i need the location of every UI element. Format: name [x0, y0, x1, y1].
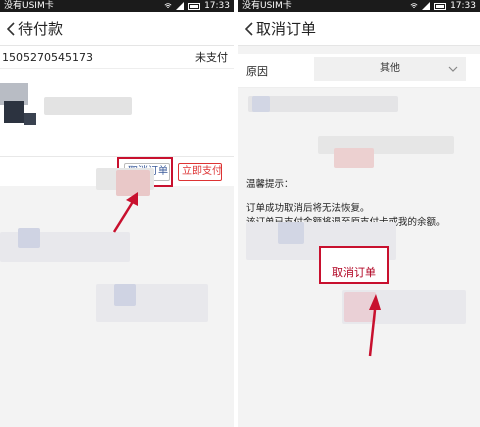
title-bar: 取消订单 — [238, 12, 480, 46]
blurred-region — [114, 284, 136, 306]
wifi-icon — [410, 3, 418, 8]
product-info-blurred — [44, 97, 132, 115]
page-title: 取消订单 — [256, 20, 317, 38]
tips-line-1: 订单成功取消后将无法恢复。 — [246, 203, 370, 214]
reason-label: 原因 — [246, 64, 268, 78]
blurred-region — [334, 148, 374, 168]
status-bar: 没有USIM卡 17:33 — [238, 0, 480, 12]
battery-icon — [188, 2, 201, 10]
clock-text: 17:33 — [204, 1, 230, 11]
order-list-screen: 没有USIM卡 17:33 待付款 15052705451​73 未支付 取消订… — [0, 0, 234, 427]
pointer-arrow — [112, 192, 138, 233]
tips-title: 温馨提示： — [246, 179, 294, 190]
reason-value: 其他 — [380, 63, 400, 74]
order-header[interactable]: 15052705451​73 未支付 — [0, 46, 234, 68]
blurred-region — [96, 284, 208, 322]
carrier-text: 没有USIM卡 — [242, 1, 292, 11]
signal-icon — [422, 2, 431, 10]
signal-icon — [176, 2, 185, 10]
blurred-region — [248, 96, 398, 112]
order-number: 15052705451​73 — [2, 50, 93, 64]
blurred-region — [252, 96, 270, 112]
page-title: 待付款 — [18, 20, 64, 38]
title-bar: 待付款 — [0, 12, 234, 46]
panel-divider — [234, 0, 238, 427]
pointer-arrow — [368, 294, 381, 357]
wifi-icon — [164, 3, 172, 8]
blurred-region — [18, 228, 40, 248]
order-status: 未支付 — [195, 51, 228, 64]
clock-text: 17:33 — [450, 1, 476, 11]
back-icon[interactable] — [242, 19, 256, 39]
blurred-region — [278, 222, 304, 244]
back-icon[interactable] — [4, 19, 18, 39]
cancel-order-screen: 没有USIM卡 17:33 取消订单 原因 其他 温馨提示： 订单成功取消后将无… — [238, 0, 480, 427]
carrier-text: 没有USIM卡 — [4, 1, 54, 11]
confirm-cancel-button[interactable]: 取消订单 — [319, 246, 389, 284]
status-bar: 没有USIM卡 17:33 — [0, 0, 234, 12]
reason-select[interactable]: 其他 — [314, 57, 466, 81]
product-image — [0, 83, 36, 125]
chevron-down-icon — [448, 66, 458, 72]
pay-now-button[interactable]: 立即支付 — [178, 163, 222, 181]
goods-item[interactable] — [0, 68, 234, 156]
battery-icon — [434, 2, 447, 10]
